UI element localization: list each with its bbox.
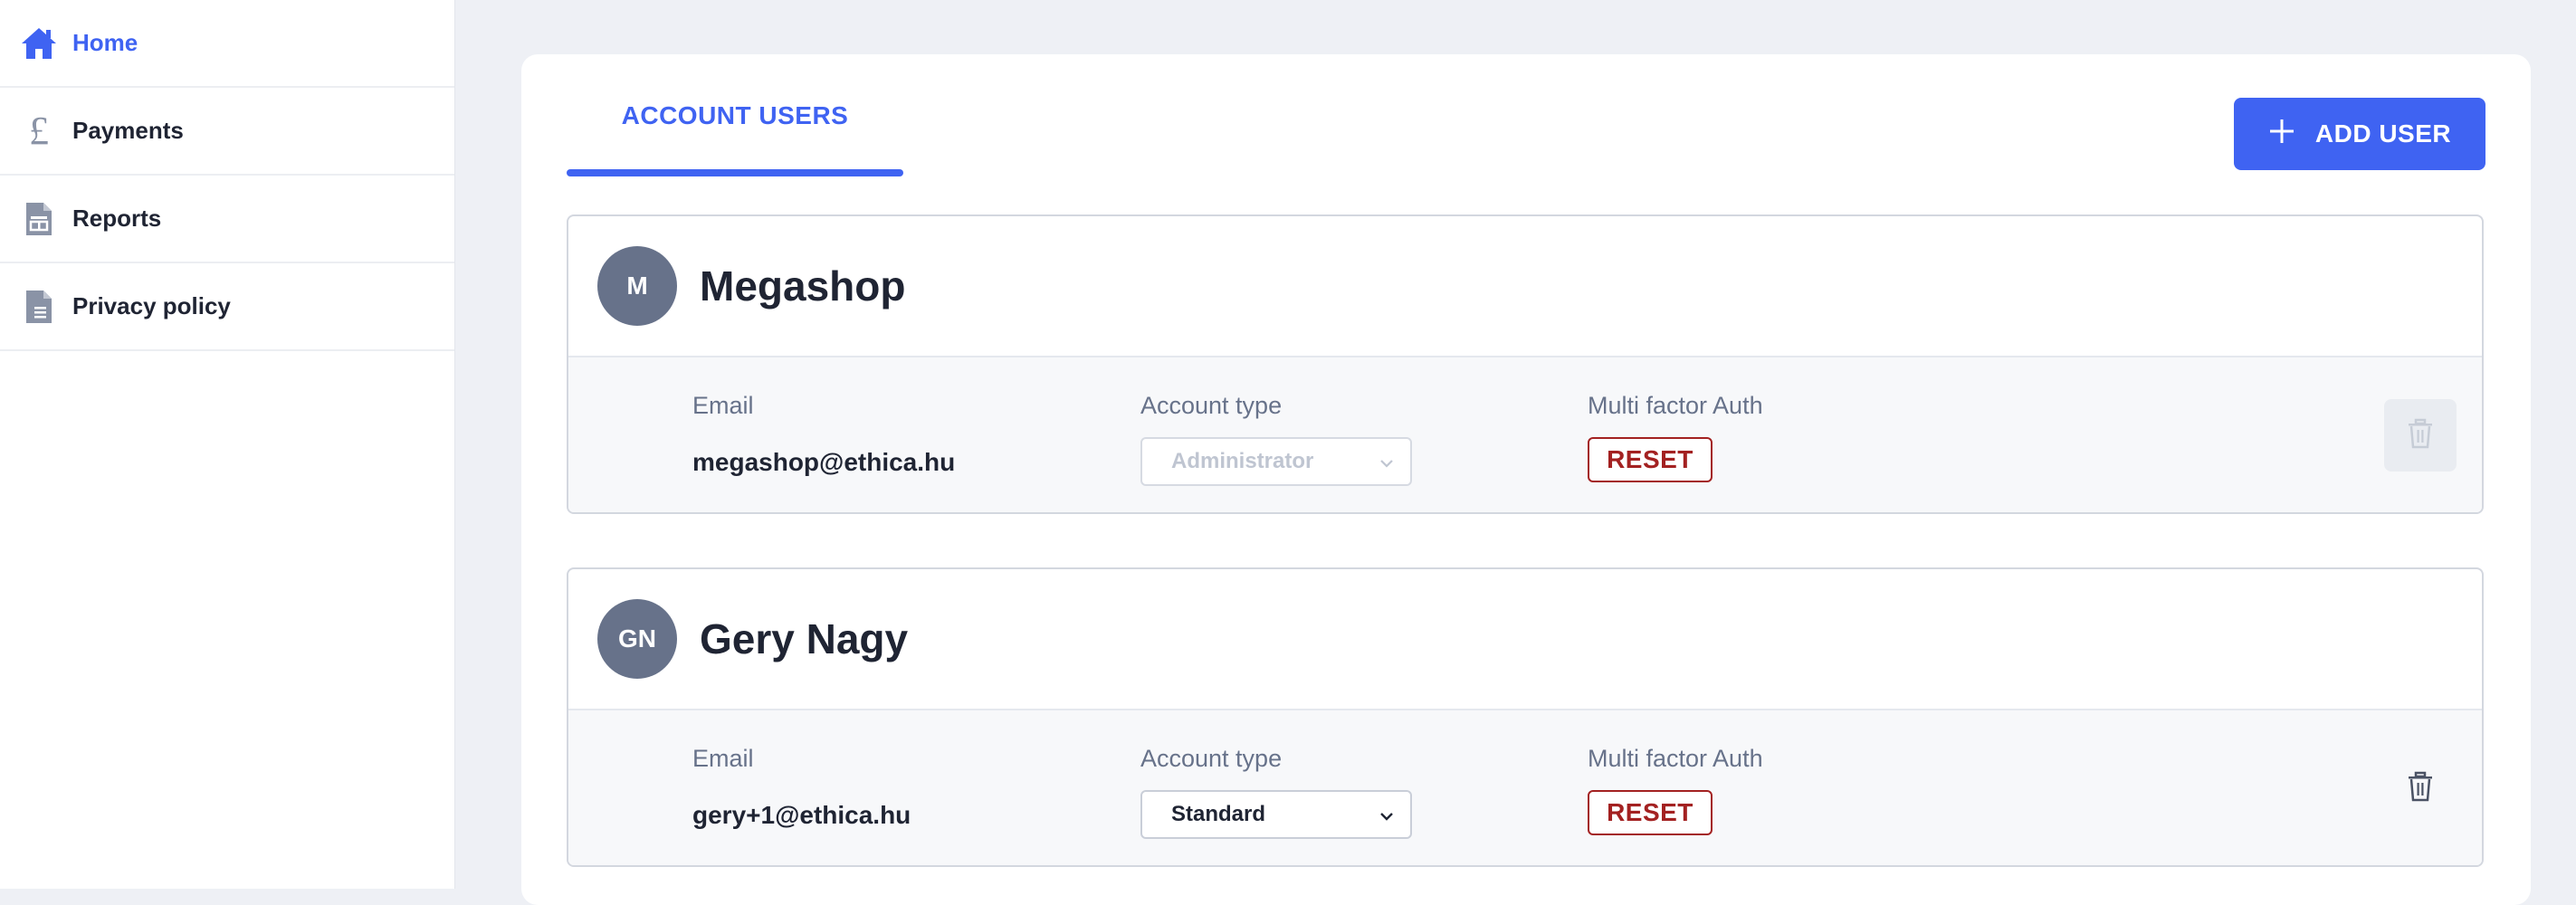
delete-user-button[interactable] (2384, 399, 2457, 472)
sidebar-item-privacy-policy[interactable]: Privacy policy (0, 263, 454, 351)
user-header: M Megashop (568, 216, 2482, 356)
account-type-value: Standard (1171, 802, 1266, 826)
user-details: Email gery+1@ethica.hu Account type Stan… (568, 709, 2482, 865)
chevron-down-icon (1379, 449, 1394, 474)
trash-icon (2407, 418, 2434, 453)
account-type-value: Administrator (1171, 449, 1314, 473)
account-users-panel: ACCOUNT USERS ADD USER M Megashop Email … (521, 54, 2531, 905)
tab-active-indicator (567, 169, 903, 176)
email-value: megashop@ethica.hu (692, 448, 956, 476)
user-name: Megashop (700, 262, 906, 310)
account-type-label: Account type (1140, 745, 1283, 772)
user-header: GN Gery Nagy (568, 569, 2482, 709)
mfa-label: Multi factor Auth (1588, 392, 1763, 419)
sidebar-item-label: Privacy policy (72, 292, 231, 319)
trash-icon (2407, 771, 2434, 806)
account-type-label: Account type (1140, 392, 1283, 419)
delete-user-button[interactable] (2384, 752, 2457, 824)
sidebar-item-reports[interactable]: Reports (0, 176, 454, 263)
pound-icon: £ (20, 111, 58, 151)
user-card: M Megashop Email megashop@ethica.hu Acco… (567, 214, 2484, 514)
mfa-reset-button[interactable]: RESET (1588, 437, 1713, 482)
plus-icon (2268, 118, 2295, 151)
account-type-select[interactable]: Administrator (1140, 437, 1412, 486)
email-label: Email (692, 745, 754, 772)
sidebar-item-home[interactable]: Home (0, 0, 454, 88)
sidebar-item-label: Reports (72, 205, 162, 232)
document-icon (20, 287, 58, 327)
user-card: GN Gery Nagy Email gery+1@ethica.hu Acco… (567, 567, 2484, 867)
avatar: GN (597, 599, 677, 679)
avatar: M (597, 246, 677, 326)
user-details: Email megashop@ethica.hu Account type Ad… (568, 356, 2482, 512)
user-name: Gery Nagy (700, 615, 909, 662)
email-label: Email (692, 392, 754, 419)
report-icon (20, 199, 58, 239)
mfa-reset-button[interactable]: RESET (1588, 790, 1713, 835)
sidebar-item-payments[interactable]: £ Payments (0, 88, 454, 176)
sidebar-item-label: Payments (72, 117, 184, 144)
home-icon (20, 24, 58, 63)
mfa-label: Multi factor Auth (1588, 745, 1763, 772)
svg-text:£: £ (29, 113, 49, 149)
sidebar-item-label: Home (72, 29, 138, 56)
email-value: gery+1@ethica.hu (692, 801, 911, 829)
account-type-select[interactable]: Standard (1140, 790, 1412, 839)
add-user-button[interactable]: ADD USER (2234, 98, 2485, 170)
tab-account-users[interactable]: ACCOUNT USERS (567, 54, 903, 177)
sidebar: Home £ Payments Reports Privacy policy (0, 0, 455, 889)
add-user-label: ADD USER (2314, 119, 2452, 148)
chevron-down-icon (1379, 802, 1394, 827)
